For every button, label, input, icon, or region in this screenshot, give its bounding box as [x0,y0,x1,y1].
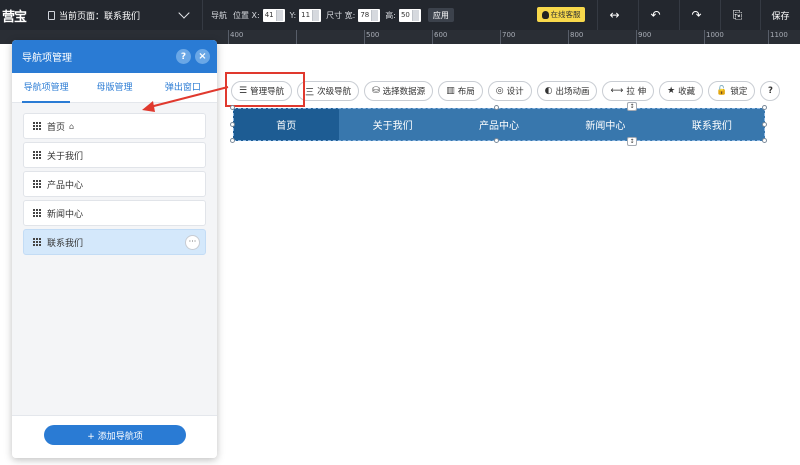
list-item[interactable]: 产品中心 [23,171,206,197]
annotation-arrow [142,86,229,112]
tab-nav-items[interactable]: 导航项管理 [12,73,80,103]
list-item[interactable]: 关于我们 [23,142,206,168]
list-item[interactable]: 联系我们 ··· [23,229,206,255]
nav-item-list: 首页 ⌂ 关于我们 产品中心 新闻中心 联系我们 ··· [12,103,217,415]
spinner-icon[interactable] [275,9,283,21]
nav-item-news[interactable]: 新闻中心 [552,108,658,141]
help-icon[interactable]: ? [176,49,191,64]
spinner-icon[interactable] [312,9,320,21]
star-icon: ★ [667,86,676,96]
preview-icon[interactable]: ⎘ [720,0,754,30]
animation-icon: ◐ [544,86,553,96]
help-button[interactable]: ? [760,81,781,101]
more-icon[interactable]: ··· [185,235,200,250]
sub-nav-button[interactable]: 三次级导航 [297,81,360,101]
current-page-select[interactable]: 当前页面：联系我们 [38,0,203,30]
nav-item-about[interactable]: 关于我们 [339,108,445,141]
pos-y-input[interactable]: 11 [299,8,322,22]
panel-title: 导航项管理 [22,53,72,64]
layout-button[interactable]: ▥ 布局 [438,81,483,101]
top-toolbar: 营宝 当前页面：联系我们 导航 位置 X: 41 Y: 11 尺寸 宽: 78 … [0,0,800,30]
height-input[interactable]: 50 [398,8,421,22]
pos-x-label: 位置 X: [233,10,260,20]
resize-vertical-icon[interactable]: ↕ [627,102,637,111]
resize-handle[interactable] [230,138,235,143]
lock-icon: 🔓 [716,86,728,96]
menu-icon: 三 [305,87,315,98]
database-icon: ⛁ [372,86,380,96]
panel-header: 导航项管理 ? × [12,40,217,73]
close-icon[interactable]: × [195,49,210,64]
resize-handle[interactable] [762,105,767,110]
design-icon: ◎ [495,86,504,96]
add-nav-item-button[interactable]: + 添加导航项 [44,425,186,445]
chevron-down-icon [178,7,190,19]
app-logo: 营宝 [2,9,27,25]
favorite-button[interactable]: ★ 收藏 [659,81,704,101]
element-toolbar: ☰ 管理导航 三次级导航 ⛁ 选择数据源 ▥ 布局 ◎ 设计 ◐ 出场动画 ⟷ 拉 伸 ★ 收… [231,80,785,102]
drag-handle-icon[interactable] [33,122,41,130]
ruler-label: 600 [434,31,448,39]
pos-x-input[interactable]: 41 [262,8,285,22]
redo-icon[interactable]: ↷ [679,0,713,30]
nav-item-home[interactable]: 首页 [233,108,340,141]
lock-button[interactable]: 🔓 锁定 [708,81,756,101]
resize-handle[interactable] [494,105,499,110]
nav-item-products[interactable]: 产品中心 [446,108,552,141]
data-source-button[interactable]: ⛁ 选择数据源 [364,81,434,101]
undo-icon[interactable]: ↶ [638,0,672,30]
spinner-icon[interactable] [411,9,419,21]
drag-handle-icon[interactable] [33,180,41,188]
stretch-button[interactable]: ⟷ 拉 伸 [602,81,655,101]
element-type-label: 导航 [211,10,227,20]
width-input[interactable]: 78 [358,8,381,22]
resize-handle[interactable] [494,138,499,143]
geometry-controls: 导航 位置 X: 41 Y: 11 尺寸 宽: 78 高: 50 应用 [203,0,454,30]
drag-handle-icon[interactable] [33,238,41,246]
stretch-icon[interactable]: ↔ [597,0,631,30]
ruler-label: 1100 [770,31,788,39]
height-label: 高: [385,10,396,20]
resize-vertical-icon[interactable]: ↕ [627,137,637,146]
qq-icon [541,10,549,19]
ruler-label: 400 [230,31,244,39]
layout-icon: ▥ [446,86,455,96]
home-icon: ⌂ [69,121,75,131]
resize-handle[interactable] [230,122,235,127]
ruler-label: 700 [502,31,516,39]
stretch-icon: ⟷ [610,86,624,96]
list-item[interactable]: 新闻中心 [23,200,206,226]
highlight-box [225,72,305,107]
spinner-icon[interactable] [371,9,379,21]
resize-handle[interactable] [762,122,767,127]
resize-handle[interactable] [762,138,767,143]
ruler-label: 1000 [706,31,724,39]
drag-handle-icon[interactable] [33,151,41,159]
apply-button[interactable]: 应用 [427,8,454,22]
tab-master[interactable]: 母版管理 [80,73,148,102]
drag-handle-icon[interactable] [33,209,41,217]
panel-footer: + 添加导航项 [12,415,217,458]
page-icon [48,10,55,20]
nav-item-contact[interactable]: 联系我们 [659,108,765,141]
design-button[interactable]: ◎ 设计 [487,81,532,101]
online-service-button[interactable]: 在线客服 [537,7,585,22]
ruler-label: 500 [366,31,380,39]
nav-bar-element[interactable]: 首页 关于我们 产品中心 新闻中心 联系我们 [233,108,765,141]
ruler-label: 800 [570,31,584,39]
ruler-label: 900 [638,31,652,39]
pos-y-label: Y: [289,10,297,20]
animation-button[interactable]: ◐ 出场动画 [536,81,598,101]
current-page-label: 当前页面：联系我们 [59,11,141,22]
save-button[interactable]: 保存 [760,0,800,30]
width-label: 尺寸 宽: [326,10,356,20]
list-item[interactable]: 首页 ⌂ [23,113,206,139]
